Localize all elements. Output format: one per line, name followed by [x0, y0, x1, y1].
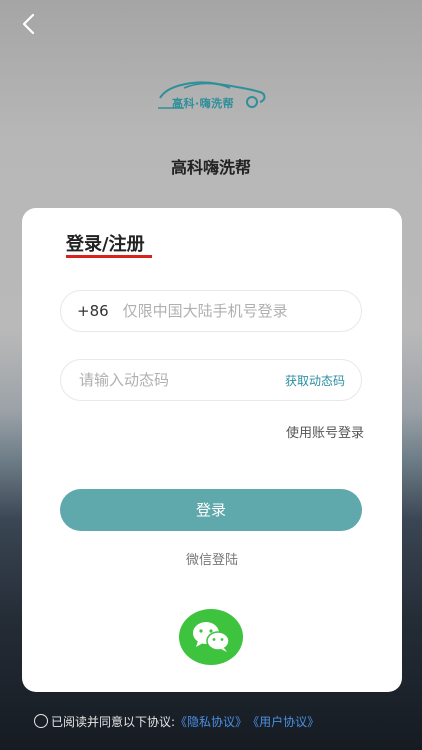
wechat-login-button[interactable]	[179, 609, 243, 665]
country-code[interactable]: +86	[77, 302, 109, 320]
code-input[interactable]	[79, 371, 259, 389]
code-field: 获取动态码	[60, 359, 362, 401]
title-underline	[66, 255, 152, 258]
back-button[interactable]	[14, 10, 42, 38]
app-name: 高科嗨洗帮	[170, 158, 251, 177]
user-agreement-link[interactable]: 《用户协议》	[247, 713, 319, 730]
brand-logo: 高科·嗨洗帮	[154, 78, 268, 114]
account-login-link[interactable]: 使用账号登录	[286, 422, 364, 441]
login-button[interactable]: 登录	[60, 489, 362, 531]
logo-text: 高科·嗨洗帮	[172, 97, 235, 110]
wechat-login-label: 微信登陆	[185, 553, 238, 568]
phone-field: +86	[60, 290, 362, 332]
phone-input[interactable]	[122, 302, 323, 320]
login-screen: 高科·嗨洗帮 高科嗨洗帮 登录/注册 +86 获取动态码 使用账号登录 登录 微…	[0, 0, 422, 750]
wechat-icon	[193, 622, 230, 652]
card-title: 登录/注册	[66, 234, 145, 255]
login-card: 登录/注册 +86 获取动态码 使用账号登录 登录 微信登陆	[22, 208, 402, 692]
agreement-text: 已阅读并同意以下协议:	[51, 714, 176, 729]
agreement-radio[interactable]	[34, 714, 48, 728]
get-code-button[interactable]: 获取动态码	[285, 372, 345, 389]
agreement-row: 已阅读并同意以下协议: 《隐私协议》 《用户协议》	[34, 712, 319, 730]
privacy-agreement-link[interactable]: 《隐私协议》	[175, 713, 247, 730]
chevron-left-icon	[22, 13, 35, 35]
